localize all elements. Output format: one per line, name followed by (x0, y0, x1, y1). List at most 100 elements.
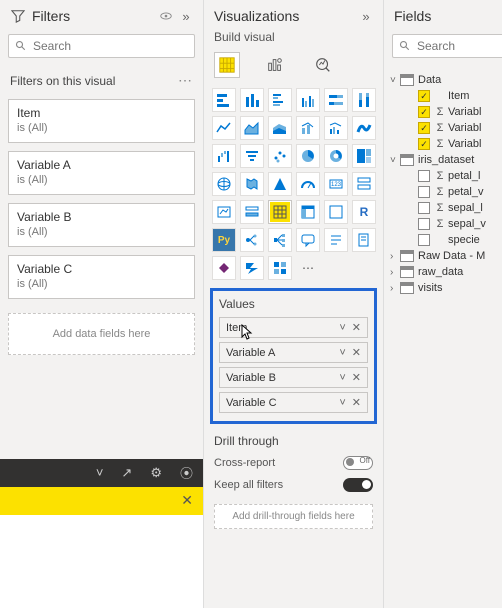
checkbox[interactable] (418, 218, 430, 230)
value-field-pill[interactable]: Variable A ˅ ✕ (219, 342, 368, 363)
drill-through-drop-zone[interactable]: Add drill-through fields here (214, 504, 373, 529)
gallery-100-bar[interactable] (324, 88, 348, 112)
gallery-line-clustered[interactable] (324, 116, 348, 140)
more-icon[interactable]: ⋯ (178, 72, 193, 89)
field-row[interactable]: ΣVariabl (388, 120, 502, 136)
value-field-pill[interactable]: Variable C ˅ ✕ (219, 392, 368, 413)
filter-card[interactable]: Variable B is (All) (8, 203, 195, 247)
gallery-stacked-bar[interactable] (212, 88, 236, 112)
gear-icon[interactable]: ⚙ (150, 465, 162, 481)
gallery-narrative[interactable] (324, 228, 348, 252)
table-row[interactable]: ˅Data (388, 72, 502, 88)
gallery-card[interactable]: 123 (324, 172, 348, 196)
gallery-line[interactable] (212, 116, 236, 140)
cross-report-toggle[interactable]: Off (343, 456, 373, 470)
gallery-powerapps[interactable] (212, 256, 236, 280)
collapse-icon[interactable]: » (357, 9, 375, 24)
gallery-100-column[interactable] (352, 88, 376, 112)
gallery-map[interactable] (212, 172, 236, 196)
gallery-powerautomate[interactable] (240, 256, 264, 280)
checkbox[interactable] (418, 106, 430, 118)
gallery-paginated[interactable] (352, 228, 376, 252)
expand-icon[interactable]: › (390, 267, 400, 278)
checkbox[interactable] (418, 186, 430, 198)
arrow-icon[interactable]: ↗ (121, 465, 132, 481)
value-field-pill[interactable]: Variable B ˅ ✕ (219, 367, 368, 388)
collapse-icon[interactable]: » (177, 9, 195, 24)
fields-search[interactable] (392, 34, 502, 58)
gallery-donut[interactable] (324, 144, 348, 168)
gallery-line-stacked[interactable] (296, 116, 320, 140)
chevron-down-icon[interactable]: ˅ (339, 347, 345, 359)
table-row[interactable]: ›visits (388, 280, 502, 296)
checkbox[interactable] (418, 234, 430, 246)
field-row[interactable]: ΣVariabl (388, 104, 502, 120)
gallery-scatter[interactable] (268, 144, 292, 168)
gallery-get-more[interactable] (268, 256, 292, 280)
close-icon[interactable]: ✕ (181, 492, 193, 509)
checkbox[interactable] (418, 170, 430, 182)
gallery-more-icon[interactable]: ⋯ (296, 256, 320, 280)
expand-icon[interactable]: › (390, 251, 400, 262)
checkbox[interactable] (418, 122, 430, 134)
fields-search-input[interactable] (417, 39, 502, 53)
keep-filters-toggle[interactable] (343, 478, 373, 492)
field-row[interactable]: Item (388, 88, 502, 104)
gallery-stacked-column[interactable] (240, 88, 264, 112)
gallery-filled-map[interactable] (240, 172, 264, 196)
chevron-down-icon[interactable]: ˅ (339, 372, 345, 384)
format-tab[interactable] (262, 52, 288, 78)
gallery-r[interactable]: R (352, 200, 376, 224)
gallery-table[interactable] (268, 200, 292, 224)
field-row[interactable]: Σpetal_l (388, 168, 502, 184)
chevron-down-icon[interactable]: ˅ (96, 465, 104, 480)
gallery-funnel[interactable] (240, 144, 264, 168)
remove-icon[interactable]: ✕ (352, 371, 361, 384)
eye-icon[interactable] (159, 9, 177, 23)
table-row[interactable]: ›raw_data (388, 264, 502, 280)
gallery-gauge[interactable] (296, 172, 320, 196)
filter-card[interactable]: Variable C is (All) (8, 255, 195, 299)
gallery-ribbon[interactable] (352, 116, 376, 140)
gallery-clustered-bar[interactable] (268, 88, 292, 112)
gallery-decomp-tree[interactable] (268, 228, 292, 252)
gallery-waterfall[interactable] (212, 144, 236, 168)
field-row[interactable]: Σsepal_l (388, 200, 502, 216)
gallery-azure-map[interactable] (268, 172, 292, 196)
gallery-qa[interactable] (296, 228, 320, 252)
value-field-pill[interactable]: Item ˅ ✕ (219, 317, 368, 338)
field-row[interactable]: Σpetal_v (388, 184, 502, 200)
field-row[interactable]: Σsepal_v (388, 216, 502, 232)
gallery-key-influencers[interactable] (240, 228, 264, 252)
filters-search[interactable] (8, 34, 195, 58)
gallery-matrix[interactable] (296, 200, 320, 224)
gallery-multi-row[interactable] (352, 172, 376, 196)
filter-card[interactable]: Item is (All) (8, 99, 195, 143)
checkbox[interactable] (418, 90, 430, 102)
chevron-down-icon[interactable]: ˅ (339, 322, 345, 334)
analytics-tab[interactable] (310, 52, 336, 78)
checkbox[interactable] (418, 202, 430, 214)
gallery-pie[interactable] (296, 144, 320, 168)
build-tab[interactable] (214, 52, 240, 78)
gallery-area[interactable] (240, 116, 264, 140)
field-row[interactable]: ΣVariabl (388, 136, 502, 152)
gallery-stacked-area[interactable] (268, 116, 292, 140)
expand-icon[interactable]: ˅ (390, 75, 400, 86)
expand-icon[interactable]: ˅ (390, 155, 400, 166)
gallery-clustered-column[interactable] (296, 88, 320, 112)
field-row[interactable]: specie (388, 232, 502, 248)
filter-card[interactable]: Variable A is (All) (8, 151, 195, 195)
remove-icon[interactable]: ✕ (352, 346, 361, 359)
chevron-down-icon[interactable]: ˅ (339, 397, 345, 409)
filters-search-input[interactable] (33, 39, 188, 53)
checkbox[interactable] (418, 138, 430, 150)
gallery-slicer[interactable] (240, 200, 264, 224)
table-row[interactable]: ›Raw Data - M (388, 248, 502, 264)
expand-icon[interactable]: › (390, 283, 400, 294)
table-row[interactable]: ˅iris_dataset (388, 152, 502, 168)
filters-drop-zone[interactable]: Add data fields here (8, 313, 195, 355)
gallery-treemap[interactable] (352, 144, 376, 168)
remove-icon[interactable]: ✕ (352, 321, 361, 334)
remove-icon[interactable]: ✕ (352, 396, 361, 409)
